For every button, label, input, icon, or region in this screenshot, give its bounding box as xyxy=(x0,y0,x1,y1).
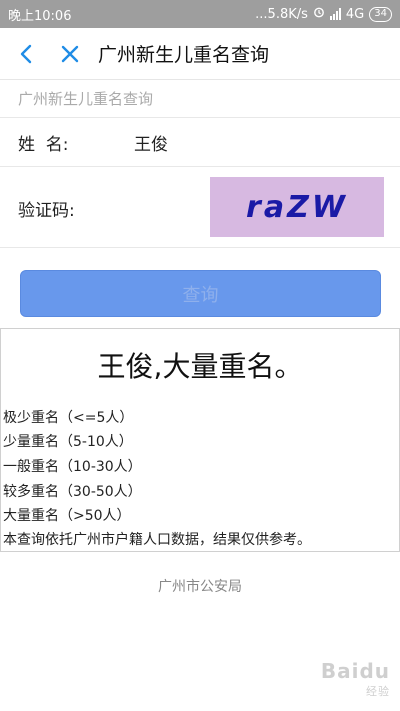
nav-bar: 广州新生儿重名查询 xyxy=(0,28,400,80)
battery-icon: 34 xyxy=(369,6,392,22)
captcha-image[interactable]: raZW xyxy=(210,177,384,237)
battery-level: 34 xyxy=(374,7,387,19)
result-line: 一般重名（10-30人） xyxy=(3,459,142,475)
watermark-brand: Baidu xyxy=(320,659,390,683)
divider xyxy=(0,247,400,248)
back-button[interactable] xyxy=(6,34,46,74)
status-right: ...5.8K/s 4G 34 xyxy=(255,6,392,22)
divider xyxy=(0,117,400,118)
watermark-sub: 经验 xyxy=(366,685,390,698)
back-arrow-icon xyxy=(20,44,32,63)
name-label: 姓 名: xyxy=(18,135,69,155)
close-icon xyxy=(61,45,79,62)
status-network: 4G xyxy=(345,6,365,22)
divider xyxy=(0,166,400,167)
alarm-icon xyxy=(313,6,325,22)
result-line: 较多重名（30-50人） xyxy=(3,484,142,500)
name-input[interactable]: 王俊 xyxy=(134,130,168,155)
result-note: 本查询依托广州市户籍人口数据，结果仅供参考。 xyxy=(3,532,311,548)
result-line: 大量重名（>50人） xyxy=(3,508,131,524)
page-title: 广州新生儿重名查询 xyxy=(98,44,270,66)
status-time: 晚上10:06 xyxy=(8,8,72,24)
close-button[interactable] xyxy=(50,34,90,74)
baidu-watermark: Baidu 经验 xyxy=(321,659,390,699)
result-line: 少量重名（5-10人） xyxy=(3,434,133,450)
captcha-label: 验证码: xyxy=(18,201,75,221)
footer-text: 广州市公安局 xyxy=(158,579,242,595)
signal-icon xyxy=(329,8,341,20)
result-box: 王俊,大量重名。 极少重名（<=5人） 少量重名（5-10人） 一般重名（10-… xyxy=(0,328,400,552)
status-speed: ...5.8K/s xyxy=(255,6,308,22)
query-button[interactable]: 查询 xyxy=(20,270,381,317)
status-bar: 晚上10:06 ...5.8K/s 4G 34 xyxy=(0,0,400,28)
result-title: 王俊,大量重名。 xyxy=(97,350,303,383)
captcha-text: raZW xyxy=(246,189,348,225)
result-line: 极少重名（<=5人） xyxy=(3,410,134,426)
form-heading: 广州新生儿重名查询 xyxy=(18,90,154,108)
